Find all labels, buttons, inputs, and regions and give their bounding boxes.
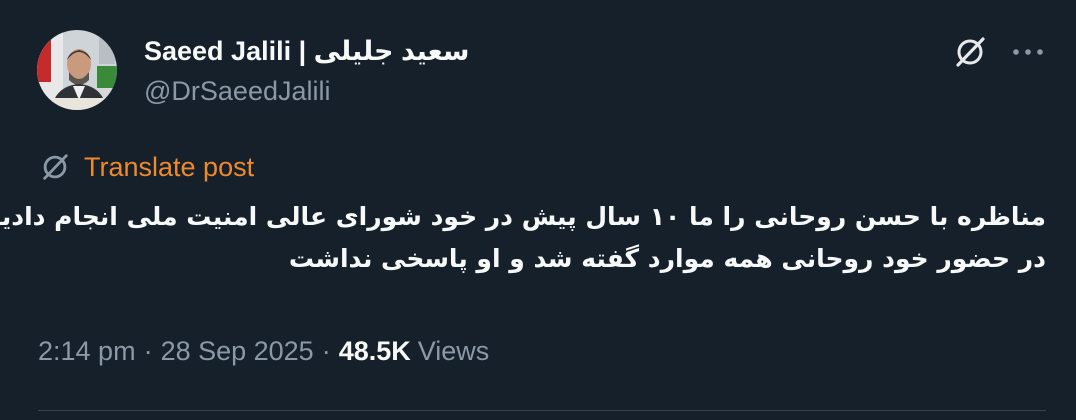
- more-horizontal-icon: [1013, 49, 1043, 55]
- translate-post-link[interactable]: Translate post: [38, 150, 254, 184]
- post-time[interactable]: 2:14 pm: [38, 336, 136, 367]
- translate-post-label: Translate post: [84, 151, 255, 182]
- views-count: 48.5K: [338, 336, 411, 366]
- post-text: مناظره با حسن روحانی را ما ۱۰ سال پیش در…: [0, 196, 1046, 280]
- tweet-detail: Saeed Jalili | سعید جلیلی @DrSaeedJalili…: [0, 0, 1076, 420]
- meta-separator: ·: [143, 336, 153, 366]
- more-options-button[interactable]: [1006, 32, 1050, 72]
- author-display-name[interactable]: Saeed Jalili | سعید جلیلی: [144, 36, 469, 67]
- grok-icon: [956, 37, 985, 67]
- grok-button[interactable]: [950, 32, 990, 72]
- author-name-row: Saeed Jalili | سعید جلیلی: [144, 34, 469, 68]
- translate-icon: [38, 150, 72, 184]
- post-text-line: در حضور خود روحانی همه موارد گفته شد و ا…: [288, 244, 1046, 273]
- post-text-line: مناظره با حسن روحانی را ما ۱۰ سال پیش در…: [0, 202, 1046, 231]
- author-handle[interactable]: @DrSaeedJalili: [144, 76, 330, 107]
- views-label: Views: [417, 336, 490, 366]
- post-date[interactable]: 28 Sep 2025: [161, 336, 314, 367]
- avatar-image: [37, 30, 117, 110]
- meta-separator: ·: [321, 336, 331, 366]
- divider: [38, 410, 1046, 411]
- post-meta: 2:14 pm · 28 Sep 2025 · 48.5K Views: [38, 336, 489, 367]
- avatar[interactable]: [37, 30, 117, 110]
